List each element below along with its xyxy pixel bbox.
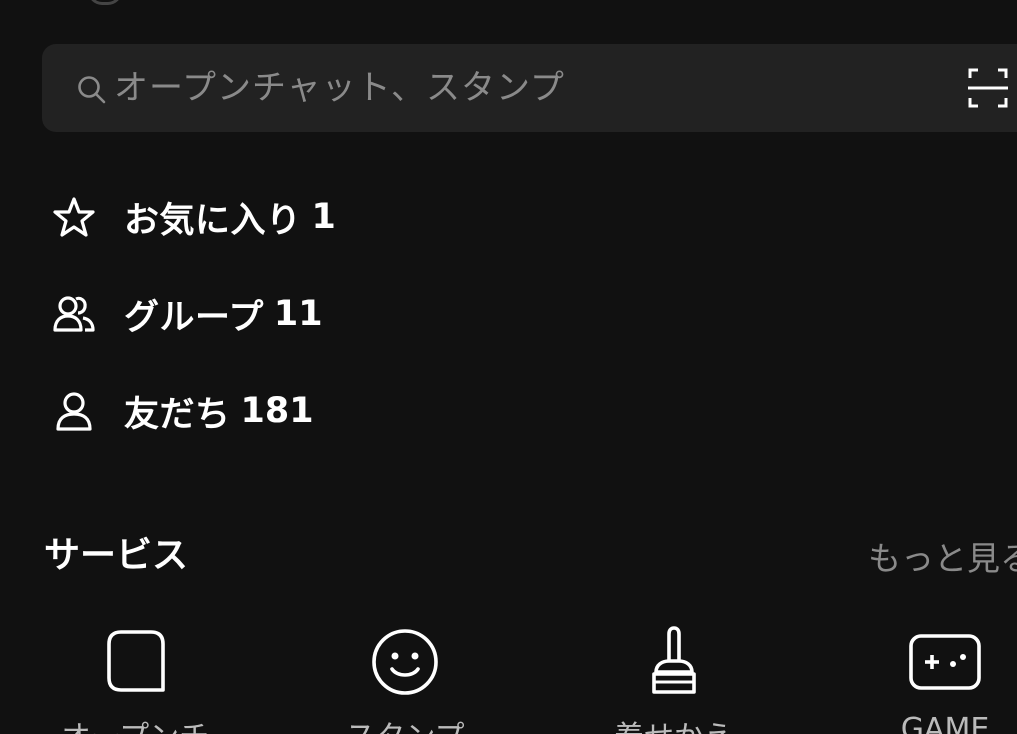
search-bar[interactable] — [42, 44, 1017, 132]
service-stamp[interactable]: スタンプ — [325, 622, 485, 734]
row-count: 181 — [240, 391, 314, 431]
service-label: スタンプ — [325, 712, 485, 734]
search-input[interactable] — [114, 62, 934, 114]
list-row-friends[interactable]: 友だち 181 — [44, 376, 1017, 446]
partial-top-icon — [88, 0, 122, 5]
row-label: グループ — [124, 297, 264, 338]
row-label: お気に入り — [124, 200, 302, 241]
person-icon — [48, 385, 100, 437]
qr-scan-icon[interactable] — [968, 68, 1008, 108]
list-row-favorites[interactable]: お気に入り 1 — [44, 182, 1017, 252]
service-game[interactable]: GAME — [865, 622, 1017, 734]
row-label: 友だち — [124, 394, 231, 435]
service-openchat[interactable]: オープンチ — [55, 622, 215, 734]
star-icon — [48, 191, 100, 243]
services-title: サービス — [44, 535, 189, 576]
search-icon — [78, 76, 106, 104]
service-theme[interactable]: 着せかえ — [594, 622, 754, 734]
more-link[interactable]: もっと見る — [868, 532, 1017, 580]
smile-icon — [372, 629, 438, 695]
openchat-icon — [107, 630, 165, 692]
group-icon — [48, 288, 100, 340]
brush-icon — [652, 626, 696, 694]
row-count: 1 — [311, 197, 336, 237]
home-screen: お気に入り 1 グループ 11 友だち 181 — [0, 0, 1017, 734]
service-label: 着せかえ — [594, 712, 754, 734]
row-count: 11 — [273, 294, 323, 334]
list-row-groups[interactable]: グループ 11 — [44, 279, 1017, 349]
gamepad-icon — [909, 634, 981, 690]
service-label: GAME — [900, 712, 990, 734]
service-label: オープンチ — [55, 712, 215, 734]
